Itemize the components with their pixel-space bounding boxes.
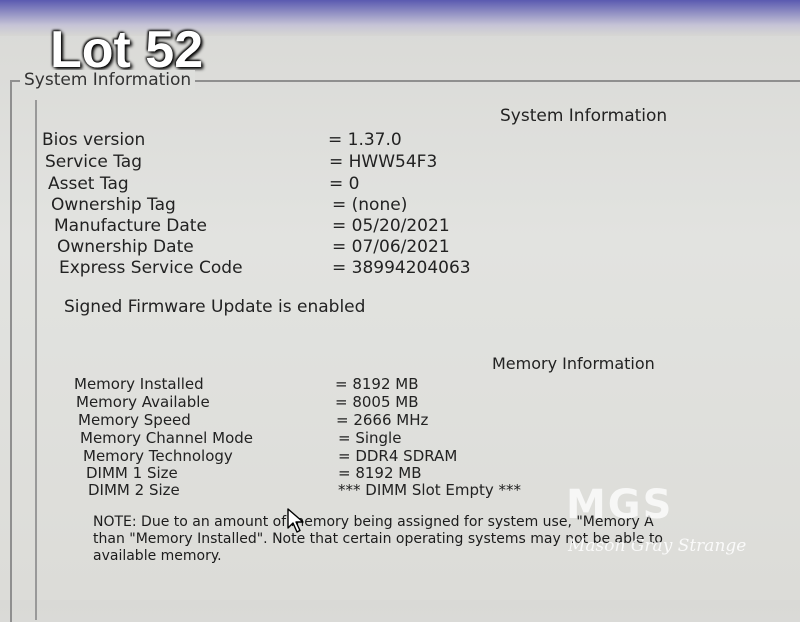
row-label: Memory Installed [74, 375, 204, 393]
row-value: = (none) [332, 195, 408, 215]
row-value: = 38994204063 [332, 258, 471, 278]
row-value: = HWW54F3 [329, 152, 438, 172]
system-info-heading: System Information [500, 106, 668, 126]
row-label: Bios version [42, 130, 146, 150]
row-value: = DDR4 SDRAM [338, 447, 458, 465]
row-value: = 8005 MB [335, 393, 419, 411]
row-value: = 05/20/2021 [332, 216, 450, 236]
row-label: Manufacture Date [54, 216, 207, 236]
row-value: = 0 [329, 174, 360, 194]
row-value: = 8192 MB [338, 464, 422, 482]
row-label: Memory Technology [83, 447, 233, 465]
memory-info-heading: Memory Information [492, 354, 655, 373]
lot-label: Lot 52 [50, 21, 204, 79]
row-label: Express Service Code [59, 258, 243, 278]
row-label: Memory Channel Mode [80, 429, 253, 447]
row-label: Ownership Tag [51, 195, 176, 215]
row-label: Ownership Date [57, 237, 194, 257]
row-label: Memory Available [76, 393, 210, 411]
note-line: than "Memory Installed". Note that certa… [93, 531, 663, 547]
memory-note: NOTE: Due to an amount of memory being a… [93, 514, 800, 565]
row-value: = Single [338, 429, 402, 447]
groupbox-title: System Information [20, 70, 196, 90]
note-line: NOTE: Due to an amount of memory being a… [93, 514, 654, 530]
row-value: = 2666 MHz [336, 411, 429, 429]
row-label: Asset Tag [48, 174, 129, 194]
row-label: Service Tag [45, 152, 143, 172]
note-line: available memory. [93, 548, 222, 564]
row-label: Memory Speed [78, 411, 191, 429]
row-value: = 8192 MB [335, 375, 419, 393]
row-value: *** DIMM Slot Empty *** [338, 481, 522, 499]
mouse-pointer-icon [287, 508, 304, 533]
firmware-status: Signed Firmware Update is enabled [64, 297, 366, 317]
row-value: = 07/06/2021 [332, 237, 450, 257]
row-value: = 1.37.0 [328, 130, 402, 150]
row-label: DIMM 2 Size [88, 481, 180, 499]
row-label: DIMM 1 Size [86, 464, 178, 482]
